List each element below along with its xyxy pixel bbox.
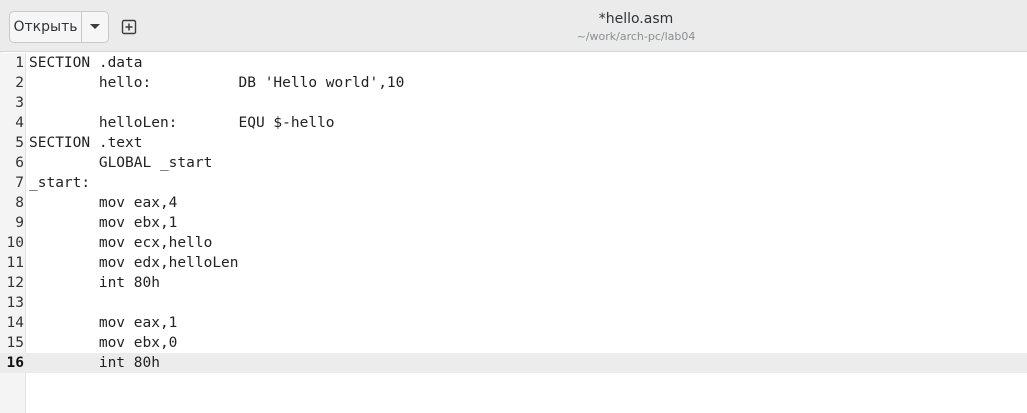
line-text[interactable]: int 80h (29, 273, 160, 293)
line-text[interactable]: SECTION .data (29, 53, 143, 73)
line-text[interactable]: mov eax,1 (29, 313, 178, 333)
line-number: 1 (15, 55, 24, 71)
title-block: *hello.asm ~/work/arch-pc/lab04 (436, 10, 836, 45)
line-number: 2 (15, 75, 24, 91)
window-title: *hello.asm (598, 11, 674, 27)
code-line[interactable]: 6 GLOBAL _start (0, 153, 1027, 173)
text-editor[interactable]: 1 SECTION .data 2 hello: DB 'Hello world',… (0, 53, 1027, 413)
line-number: 15 (6, 335, 24, 351)
open-menu-button[interactable] (82, 12, 108, 42)
code-line[interactable]: 12 int 80h (0, 273, 1027, 293)
line-text[interactable]: GLOBAL _start (29, 153, 213, 173)
line-number: 5 (15, 135, 24, 151)
line-number: 13 (6, 295, 24, 311)
code-line[interactable]: 4 helloLen: EQU $-hello (0, 113, 1027, 133)
line-text[interactable]: mov ebx,1 (29, 213, 178, 233)
code-line[interactable]: 9 mov ebx,1 (0, 213, 1027, 233)
line-number: 16 (6, 355, 24, 371)
code-lines: 1 SECTION .data 2 hello: DB 'Hello world',… (0, 53, 1027, 373)
line-text[interactable]: SECTION .text (29, 133, 143, 153)
editor-window: Открыть *hello.asm ~/work/arch-pc/lab04 … (0, 0, 1027, 413)
new-tab-button[interactable] (118, 16, 140, 38)
line-text[interactable]: mov ecx,hello (29, 233, 213, 253)
code-line[interactable]: 1 SECTION .data (0, 53, 1027, 73)
line-text[interactable]: hello: DB 'Hello world',10 (29, 73, 405, 93)
window-subtitle: ~/work/arch-pc/lab04 (576, 30, 696, 43)
line-number: 4 (15, 115, 24, 131)
line-text[interactable]: _start: (29, 173, 90, 193)
code-line[interactable]: 15 mov ebx,0 (0, 333, 1027, 353)
header-bar: Открыть *hello.asm ~/work/arch-pc/lab04 (0, 0, 1027, 52)
line-text[interactable]: mov eax,4 (29, 193, 178, 213)
line-number: 12 (6, 275, 24, 291)
code-line[interactable]: 16 int 80h (0, 353, 1027, 373)
line-number: 10 (6, 235, 24, 251)
line-number: 6 (15, 155, 24, 171)
open-button-group: Открыть (9, 11, 109, 43)
line-number: 3 (15, 95, 24, 111)
line-number: 7 (15, 175, 24, 191)
code-line[interactable]: 5 SECTION .text (0, 133, 1027, 153)
code-line[interactable]: 10 mov ecx,hello (0, 233, 1027, 253)
line-number: 14 (6, 315, 24, 331)
code-line[interactable]: 13 (0, 293, 1027, 313)
code-line[interactable]: 7 _start: (0, 173, 1027, 193)
line-text[interactable]: int 80h (29, 353, 160, 373)
chevron-down-icon (90, 24, 100, 29)
code-line[interactable]: 3 (0, 93, 1027, 113)
code-line[interactable]: 14 mov eax,1 (0, 313, 1027, 333)
code-line[interactable]: 8 mov eax,4 (0, 193, 1027, 213)
code-line[interactable]: 11 mov edx,helloLen (0, 253, 1027, 273)
new-tab-icon (121, 19, 137, 35)
line-text[interactable]: helloLen: EQU $-hello (29, 113, 335, 133)
line-text[interactable]: mov edx,helloLen (29, 253, 239, 273)
code-line[interactable]: 2 hello: DB 'Hello world',10 (0, 73, 1027, 93)
line-number: 11 (6, 255, 24, 271)
line-text[interactable]: mov ebx,0 (29, 333, 178, 353)
line-number: 9 (15, 215, 24, 231)
open-button[interactable]: Открыть (10, 12, 82, 42)
line-number: 8 (15, 195, 24, 211)
